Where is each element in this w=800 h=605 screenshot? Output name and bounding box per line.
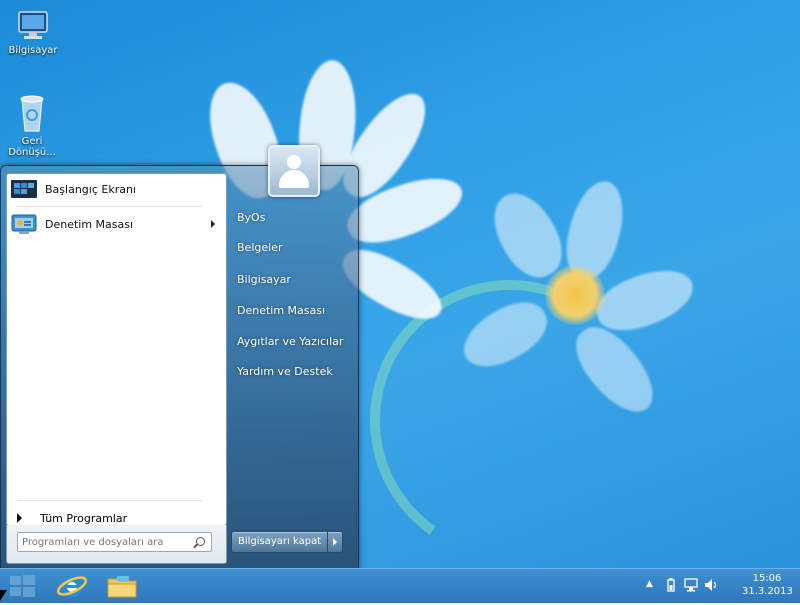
taskbar-start-button[interactable] bbox=[2, 570, 42, 602]
computer-icon bbox=[18, 11, 48, 39]
start-right-item-user-folder[interactable]: ByOs bbox=[232, 207, 357, 229]
avatar-body bbox=[279, 170, 309, 188]
start-item-control-panel[interactable]: Denetim Masası bbox=[9, 210, 223, 238]
taskbar-file-explorer[interactable] bbox=[100, 570, 144, 602]
start-menu-programs-pane: Başlangıç Ekranı Denetim Masası Tüm Prog… bbox=[6, 173, 227, 526]
left-pane-divider bbox=[17, 206, 202, 207]
start-right-item-devices-printers[interactable]: Aygıtlar ve Yazıcılar bbox=[232, 331, 357, 353]
start-item-label: Denetim Masası bbox=[45, 217, 134, 231]
desktop-icon-label: Bilgisayar bbox=[8, 45, 58, 56]
desktop-icon-computer[interactable]: Bilgisayar bbox=[3, 10, 63, 56]
shutdown-control: Bilgisayarı kapat bbox=[231, 531, 344, 553]
mouse-cursor-icon bbox=[0, 590, 7, 601]
system-tray: ▲ 15:06 31.3.2013 bbox=[630, 569, 800, 603]
arrow-right-icon bbox=[17, 513, 22, 523]
avatar-head bbox=[287, 155, 301, 169]
start-right-item-help-support[interactable]: Yardım ve Destek bbox=[232, 361, 357, 383]
user-avatar[interactable] bbox=[268, 145, 320, 197]
start-right-item-control-panel[interactable]: Denetim Masası bbox=[232, 300, 357, 322]
recycle-bin-icon bbox=[20, 95, 44, 132]
taskbar-clock[interactable]: 15:06 31.3.2013 bbox=[742, 572, 793, 598]
windows-start-icon bbox=[10, 575, 35, 597]
shutdown-options-arrow-icon[interactable] bbox=[328, 532, 342, 552]
network-icon[interactable] bbox=[684, 578, 698, 592]
clock-time: 15:06 bbox=[752, 573, 782, 584]
start-right-item-computer[interactable]: Bilgisayar bbox=[232, 269, 357, 291]
search-input[interactable] bbox=[18, 533, 192, 551]
control-panel-icon bbox=[11, 214, 37, 234]
taskbar-internet-explorer[interactable] bbox=[50, 570, 94, 602]
show-hidden-icons-icon[interactable]: ▲ bbox=[646, 579, 653, 589]
desktop-icon-recycle-bin[interactable]: Geri Dönüşü... bbox=[2, 93, 62, 158]
submenu-arrow-icon bbox=[211, 220, 215, 228]
wallpaper-flower-center bbox=[545, 265, 605, 325]
start-menu: Başlangıç Ekranı Denetim Masası Tüm Prog… bbox=[0, 145, 359, 570]
file-explorer-icon bbox=[107, 576, 137, 598]
search-icon[interactable] bbox=[196, 537, 205, 546]
shutdown-button[interactable]: Bilgisayarı kapat bbox=[232, 532, 329, 552]
search-area bbox=[6, 525, 227, 564]
desktop-icon-label: Geri Dönüşü... bbox=[8, 136, 56, 158]
internet-explorer-icon bbox=[56, 576, 88, 597]
volume-icon[interactable] bbox=[704, 578, 718, 592]
search-box[interactable] bbox=[17, 532, 212, 552]
left-pane-divider bbox=[17, 500, 202, 501]
start-screen-icon bbox=[11, 180, 37, 198]
clock-date: 31.3.2013 bbox=[742, 586, 793, 597]
power-icon[interactable] bbox=[665, 578, 677, 592]
start-item-start-screen[interactable]: Başlangıç Ekranı bbox=[9, 175, 223, 203]
all-programs-label: Tüm Programlar bbox=[40, 511, 128, 525]
taskbar: ▲ 15:06 31.3.2013 bbox=[0, 568, 800, 603]
start-item-label: Başlangıç Ekranı bbox=[45, 182, 136, 196]
start-right-item-documents[interactable]: Belgeler bbox=[232, 237, 357, 259]
